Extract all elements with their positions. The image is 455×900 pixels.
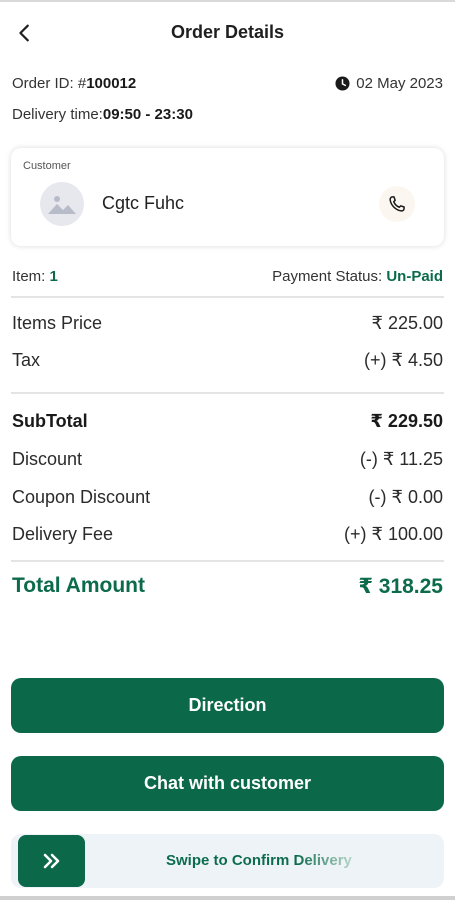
delivery-time-label: Delivery time: [12,106,103,123]
chat-with-customer-button[interactable]: Chat with customer [11,756,444,811]
top-border [0,0,455,2]
item-payment-row: Item: 1 Payment Status: Un-Paid [12,268,443,285]
total-amount-label: Total Amount [12,574,145,597]
tax-row: Tax (+) ₹ 4.50 [12,350,443,371]
divider [11,296,444,298]
bottom-border [0,896,455,900]
total-amount-row: Total Amount ₹ 318.25 [12,574,443,599]
tax-value: (+) ₹ 4.50 [364,350,443,370]
payment-status: Payment Status: Un-Paid [272,268,443,285]
order-date: 02 May 2023 [335,75,443,92]
payment-status-value: Un-Paid [386,268,443,285]
subtotal-row: SubTotal ₹ 229.50 [12,411,443,432]
tax-label: Tax [12,350,41,370]
customer-avatar [40,182,84,226]
order-date-text: 02 May 2023 [356,75,443,92]
subtotal-value: ₹ 229.50 [370,411,443,431]
coupon-discount-row: Coupon Discount (-) ₹ 0.00 [12,487,443,508]
delivery-time-value: 09:50 - 23:30 [102,106,193,123]
clock-icon [335,76,350,91]
image-placeholder-icon [48,196,76,214]
divider [11,560,444,562]
page-title: Order Details [170,22,285,42]
total-amount-value: ₹ 318.25 [358,575,443,598]
order-id-value: 100012 [86,75,137,92]
items-price-value: ₹ 225.00 [371,313,443,333]
order-id-label: Order ID: # [12,75,87,92]
discount-row: Discount (-) ₹ 11.25 [12,449,443,470]
delivery-fee-label: Delivery Fee [12,524,114,544]
coupon-discount-label: Coupon Discount [12,487,151,507]
swipe-to-confirm-slider[interactable]: Swipe to Confirm Delivery [11,834,444,888]
direction-button[interactable]: Direction [11,678,444,733]
item-count: Item: 1 [12,268,58,285]
customer-name: Cgtc Fuhc [102,193,185,213]
delivery-time-row: Delivery time: 09:50 - 23:30 [12,106,443,123]
swipe-handle[interactable] [18,835,85,887]
item-label: Item: [12,268,50,285]
divider [11,392,444,394]
subtotal-label: SubTotal [12,411,88,431]
delivery-fee-value: (+) ₹ 100.00 [343,524,443,544]
discount-value: (-) ₹ 11.25 [359,449,443,469]
app-header: Order Details [0,14,455,52]
items-price-row: Items Price ₹ 225.00 [12,313,443,334]
items-price-label: Items Price [12,313,103,333]
customer-label: Customer [23,160,71,172]
item-count-value: 1 [49,268,58,285]
call-customer-button[interactable] [379,186,415,222]
payment-status-label: Payment Status: [272,268,387,285]
double-chevron-right-icon [43,853,59,869]
swipe-to-confirm-text: Swipe to Confirm Delivery [166,852,352,869]
coupon-discount-value: (-) ₹ 0.00 [368,487,443,507]
discount-label: Discount [12,449,83,469]
customer-card: Customer Cgtc Fuhc [11,148,444,246]
delivery-fee-row: Delivery Fee (+) ₹ 100.00 [12,524,443,545]
phone-icon [389,196,405,212]
